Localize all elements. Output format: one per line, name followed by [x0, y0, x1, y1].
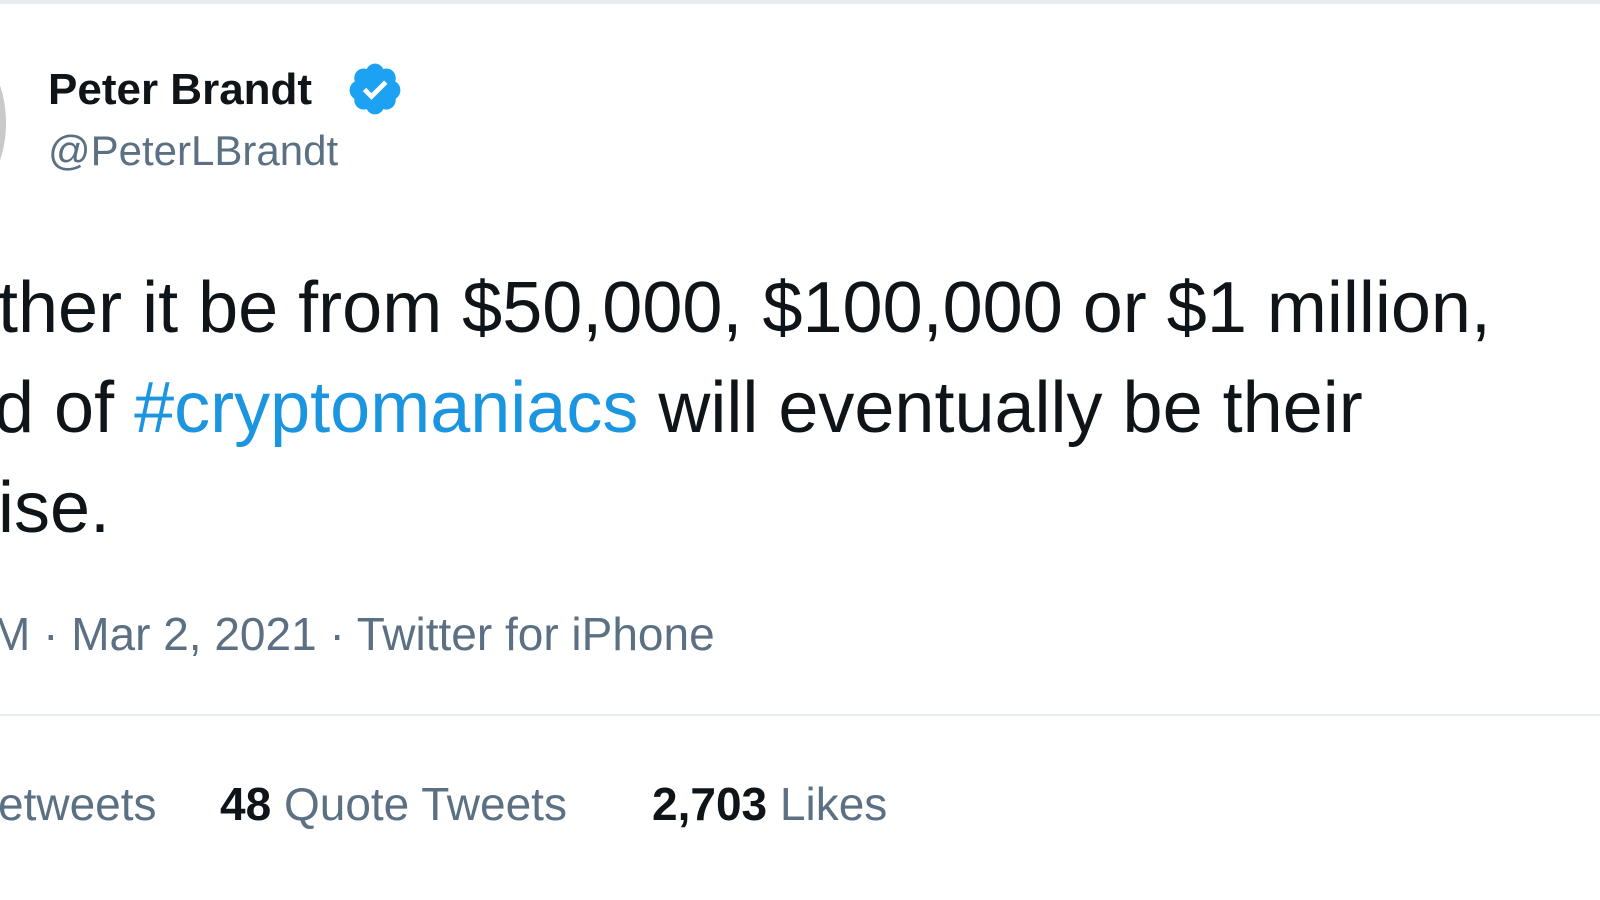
retweets-stat[interactable]: etweets — [0, 774, 157, 834]
tweet-text-line-1: ther it be from $50,000, $100,000 or $1 … — [0, 268, 1491, 348]
author-display-name[interactable]: Peter Brandt — [48, 62, 312, 118]
likes-count: 2,703 — [652, 778, 768, 830]
retweets-label: etweets — [0, 778, 157, 830]
tweet-text-line-2-start: d of — [0, 368, 135, 448]
tweet-text-line-2-end: will eventually be their — [638, 368, 1363, 448]
tweet-text-line-3: ise. — [0, 468, 111, 548]
quote-tweets-stat[interactable]: 48 Quote Tweets — [220, 774, 567, 834]
top-border — [0, 0, 1600, 4]
author-handle[interactable]: @PeterLBrandt — [48, 124, 338, 178]
hashtag-link[interactable]: #cryptomaniacs — [134, 368, 638, 448]
divider — [0, 714, 1600, 716]
tweet-text: ther it be from $50,000, $100,000 or $1 … — [0, 258, 1491, 558]
verified-badge-icon — [349, 63, 401, 115]
avatar[interactable] — [0, 58, 6, 188]
likes-label: Likes — [779, 778, 888, 830]
likes-stat[interactable]: 2,703 Likes — [652, 774, 887, 834]
tweet-meta[interactable]: M · Mar 2, 2021 · Twitter for iPhone — [0, 604, 715, 664]
quote-tweets-label: Quote Tweets — [283, 778, 567, 830]
tweet-text-line-2: d of #cryptomaniacs will eventually be t… — [0, 358, 1491, 458]
quote-tweets-count: 48 — [220, 778, 272, 830]
